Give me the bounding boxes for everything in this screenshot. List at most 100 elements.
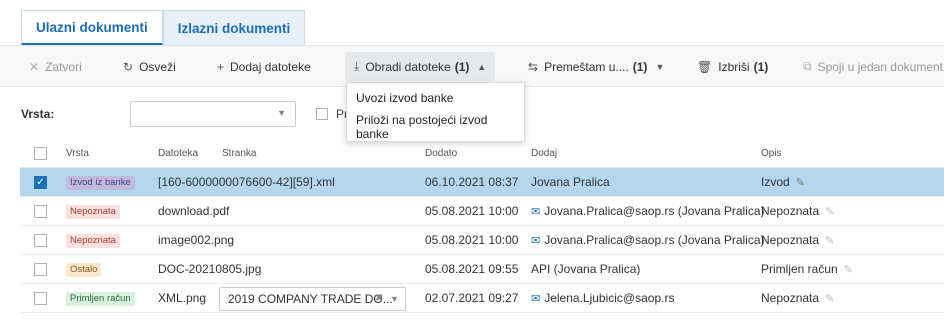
close-icon: ✕ — [29, 59, 40, 74]
file-name[interactable]: image002.png — [158, 226, 234, 255]
add-files-label: Dodaj datoteke — [230, 59, 311, 74]
filter-checkbox[interactable] — [316, 108, 328, 120]
pencil-icon[interactable]: ✎ — [825, 206, 834, 218]
added-by: Jovana Pralica — [531, 175, 610, 189]
header-vrsta[interactable]: Vrsta — [66, 140, 89, 168]
vrsta-cell: Izvod iz banke — [66, 168, 135, 197]
move-to-count: (1) — [632, 59, 648, 74]
type-badge: Nepoznata — [66, 233, 120, 248]
vrsta-cell: Primljen račun — [66, 284, 135, 313]
description-cell: Nepoznata ✎ — [761, 226, 834, 255]
added-by: Jovana.Pralica@saop.rs (Jovana Pralica) — [544, 204, 765, 218]
delete-count: (1) — [753, 59, 769, 74]
table-header: Vrsta Datoteka Stranka Dodato Dodaj Opis — [20, 140, 944, 168]
date-added: 02.07.2021 09:27 — [425, 291, 519, 305]
table-row[interactable]: Primljen račun XML.png 2019 COMPANY TRAD… — [20, 284, 944, 313]
type-filter-label: Vrsta: — [21, 107, 55, 121]
type-badge: Primljen račun — [66, 291, 135, 306]
added-by-cell: ✉ Jelena.Ljubicic@saop.rs — [531, 284, 674, 313]
description: Primljen račun — [761, 262, 838, 276]
vrsta-cell: Ostalo — [66, 255, 102, 284]
merge-icon: ⧉ — [803, 59, 812, 73]
chevron-down-icon[interactable]: ▼ — [390, 288, 399, 310]
delete-button[interactable]: 🗑 Izbriši (1) — [697, 46, 768, 87]
description: Nepoznata — [761, 291, 820, 305]
close-label: Zatvori — [45, 59, 82, 74]
table-row[interactable]: Ostalo DOC-20210805.jpg 05.08.2021 09:55… — [20, 255, 944, 284]
merge-button[interactable]: ⧉ Spoji u jedan dokument — [803, 46, 943, 87]
pencil-icon[interactable]: ✎ — [844, 264, 853, 276]
description: Izvod — [761, 175, 790, 189]
description: Nepoznata — [761, 204, 820, 218]
toolbar: ✕ Zatvori ↻ Osveži + Dodaj datoteke ⤓ Ob… — [0, 46, 944, 87]
header-dodato[interactable]: Dodato — [425, 140, 457, 168]
close-button[interactable]: ✕ Zatvori — [29, 46, 82, 87]
process-files-button[interactable]: ⤓ Obradi datoteke (1) ▲ — [345, 52, 496, 81]
mail-icon: ✉ — [531, 206, 541, 218]
process-files-count: (1) — [454, 59, 470, 74]
date-added: 05.08.2021 10:00 — [425, 233, 519, 247]
file-name[interactable]: download.pdf — [158, 197, 229, 226]
type-badge: Nepoznata — [66, 204, 120, 219]
file-name[interactable]: [160-6000000076600-42][59].xml — [158, 168, 335, 197]
download-icon: ⤓ — [354, 59, 360, 73]
description-cell: Izvod ✎ — [761, 168, 805, 197]
pencil-icon[interactable]: ✎ — [796, 177, 805, 189]
date-added: 05.08.2021 09:55 — [425, 262, 519, 276]
file-name[interactable]: DOC-20210805.jpg — [158, 255, 261, 284]
add-files-button[interactable]: + Dodaj datoteke — [217, 46, 311, 87]
customer-select[interactable]: 2019 COMPANY TRADE DO... ✖ ▼ — [219, 287, 406, 311]
delete-label: Izbriši — [718, 59, 750, 74]
mail-icon: ✉ — [531, 235, 541, 247]
move-icon: ⇆ — [528, 59, 539, 74]
document-tabs: Ulazni dokumenti Izlazni dokumenti — [21, 10, 306, 46]
process-files-label: Obradi datoteke — [365, 59, 451, 74]
chevron-up-icon: ▲ — [477, 61, 487, 72]
row-checkbox[interactable] — [34, 205, 47, 218]
added-by: API (Jovana Pralica) — [531, 262, 641, 276]
merge-label: Spoji u jedan dokument — [817, 59, 943, 74]
chevron-down-icon: ▼ — [277, 108, 286, 118]
row-checkbox[interactable] — [34, 263, 47, 276]
vrsta-cell: Nepoznata — [66, 226, 120, 255]
move-to-label: Premeštam u.... — [544, 59, 629, 74]
process-files-menu: Uvozi izvod banke Priloži na postojeći i… — [346, 82, 525, 142]
row-checkbox[interactable] — [34, 292, 47, 305]
file-name[interactable]: XML.png — [158, 284, 206, 313]
row-checkbox[interactable]: ✓ — [34, 176, 47, 189]
plus-icon: + — [217, 59, 225, 74]
pencil-icon[interactable]: ✎ — [825, 235, 834, 247]
description-cell: Nepoznata ✎ — [761, 197, 834, 226]
refresh-button[interactable]: ↻ Osveži — [123, 46, 176, 87]
table-row[interactable]: Nepoznata download.pdf 05.08.2021 10:00 … — [20, 197, 944, 226]
type-filter-select[interactable]: ▼ — [130, 101, 296, 127]
chevron-down-icon: ▼ — [655, 61, 665, 72]
customer-value: 2019 COMPANY TRADE DO... — [228, 292, 393, 306]
menu-item-import-bank-statement[interactable]: Uvozi izvod banke — [347, 83, 524, 112]
documents-table: Vrsta Datoteka Stranka Dodato Dodaj Opis… — [20, 140, 944, 313]
move-to-button[interactable]: ⇆ Premeštam u.... (1) ▼ — [528, 46, 664, 87]
select-all-checkbox[interactable] — [34, 147, 47, 160]
trash-icon: 🗑 — [697, 59, 713, 74]
type-badge: Izvod iz banke — [66, 175, 135, 190]
pencil-icon[interactable]: ✎ — [825, 293, 834, 305]
header-stranka[interactable]: Stranka — [222, 140, 256, 168]
clear-icon[interactable]: ✖ — [375, 288, 383, 310]
header-dodaj[interactable]: Dodaj — [531, 140, 557, 168]
date-added: 06.10.2021 08:37 — [425, 175, 519, 189]
added-by-cell: ✉ Jovana.Pralica@saop.rs (Jovana Pralica) — [531, 197, 765, 226]
table-row[interactable]: Nepoznata image002.png 05.08.2021 10:00 … — [20, 226, 944, 255]
header-datoteka[interactable]: Datoteka — [158, 140, 198, 168]
refresh-icon: ↻ — [123, 59, 134, 74]
refresh-label: Osveži — [139, 59, 176, 74]
row-checkbox[interactable] — [34, 234, 47, 247]
header-opis[interactable]: Opis — [761, 140, 782, 168]
mail-icon: ✉ — [531, 293, 541, 305]
added-by-cell: ✉ Jovana.Pralica@saop.rs (Jovana Pralica) — [531, 226, 765, 255]
added-by: Jovana.Pralica@saop.rs (Jovana Pralica) — [544, 233, 765, 247]
tab-outgoing-documents[interactable]: Izlazni dokumenti — [162, 10, 306, 46]
tab-incoming-documents[interactable]: Ulazni dokumenti — [21, 10, 163, 46]
menu-item-attach-bank-statement[interactable]: Priloži na postojeći izvod banke — [347, 112, 524, 141]
table-row[interactable]: ✓ Izvod iz banke [160-6000000076600-42][… — [20, 168, 944, 197]
description: Nepoznata — [761, 233, 820, 247]
